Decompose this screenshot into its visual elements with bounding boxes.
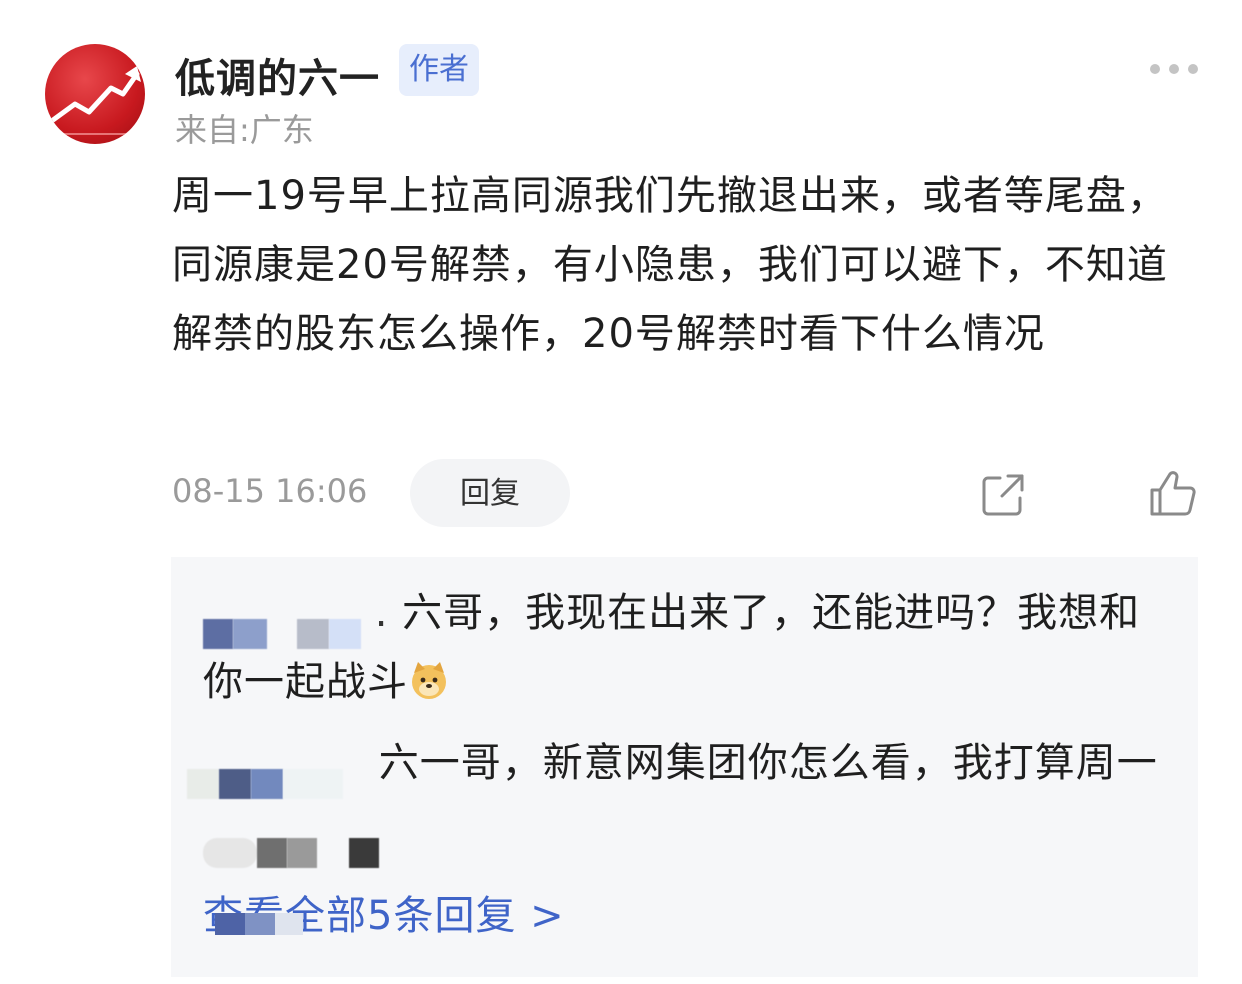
avatar[interactable] — [45, 44, 145, 144]
reply-user-name[interactable] — [187, 748, 343, 799]
post-content: 周一19号早上拉高同源我们先撤退出来，或者等尾盘，同源康是20号解禁，有小隐患，… — [172, 173, 1168, 357]
reply-text: 六一哥，新意网集团你怎么看，我打算周一 — [378, 740, 1158, 786]
author-badge: 作者 — [399, 44, 479, 96]
reply-user-name[interactable] — [203, 598, 361, 649]
stock-arrow-icon — [50, 66, 141, 135]
post-timestamp: 08-15 16:06 — [172, 472, 368, 510]
redacted-text — [203, 817, 379, 868]
replies-panel: . 六哥，我现在出来了，还能进吗？我想和你一起战斗 六一哥，新意网集团你怎么看，… — [171, 557, 1198, 977]
thumbs-up-icon[interactable] — [1148, 468, 1198, 518]
comment-page: 低调的六一 作者 来自:广东 周一19号早上拉高同源我们先撤退出来，或者等尾盘，… — [0, 0, 1242, 984]
redacted-avatar-overlay — [215, 913, 307, 937]
reply-item[interactable]: . 六哥，我现在出来了，还能进吗？我想和你一起战斗 — [203, 579, 1163, 717]
share-icon[interactable] — [980, 472, 1026, 518]
author-name[interactable]: 低调的六一 — [175, 46, 380, 104]
reply-button[interactable]: 回复 — [410, 459, 570, 527]
reply-item[interactable]: 六一哥，新意网集团你怎么看，我打算周一 — [187, 729, 1163, 868]
more-options-icon[interactable] — [1150, 62, 1198, 76]
dog-face-icon — [412, 662, 446, 699]
location-label: 来自:广东 — [175, 111, 314, 149]
